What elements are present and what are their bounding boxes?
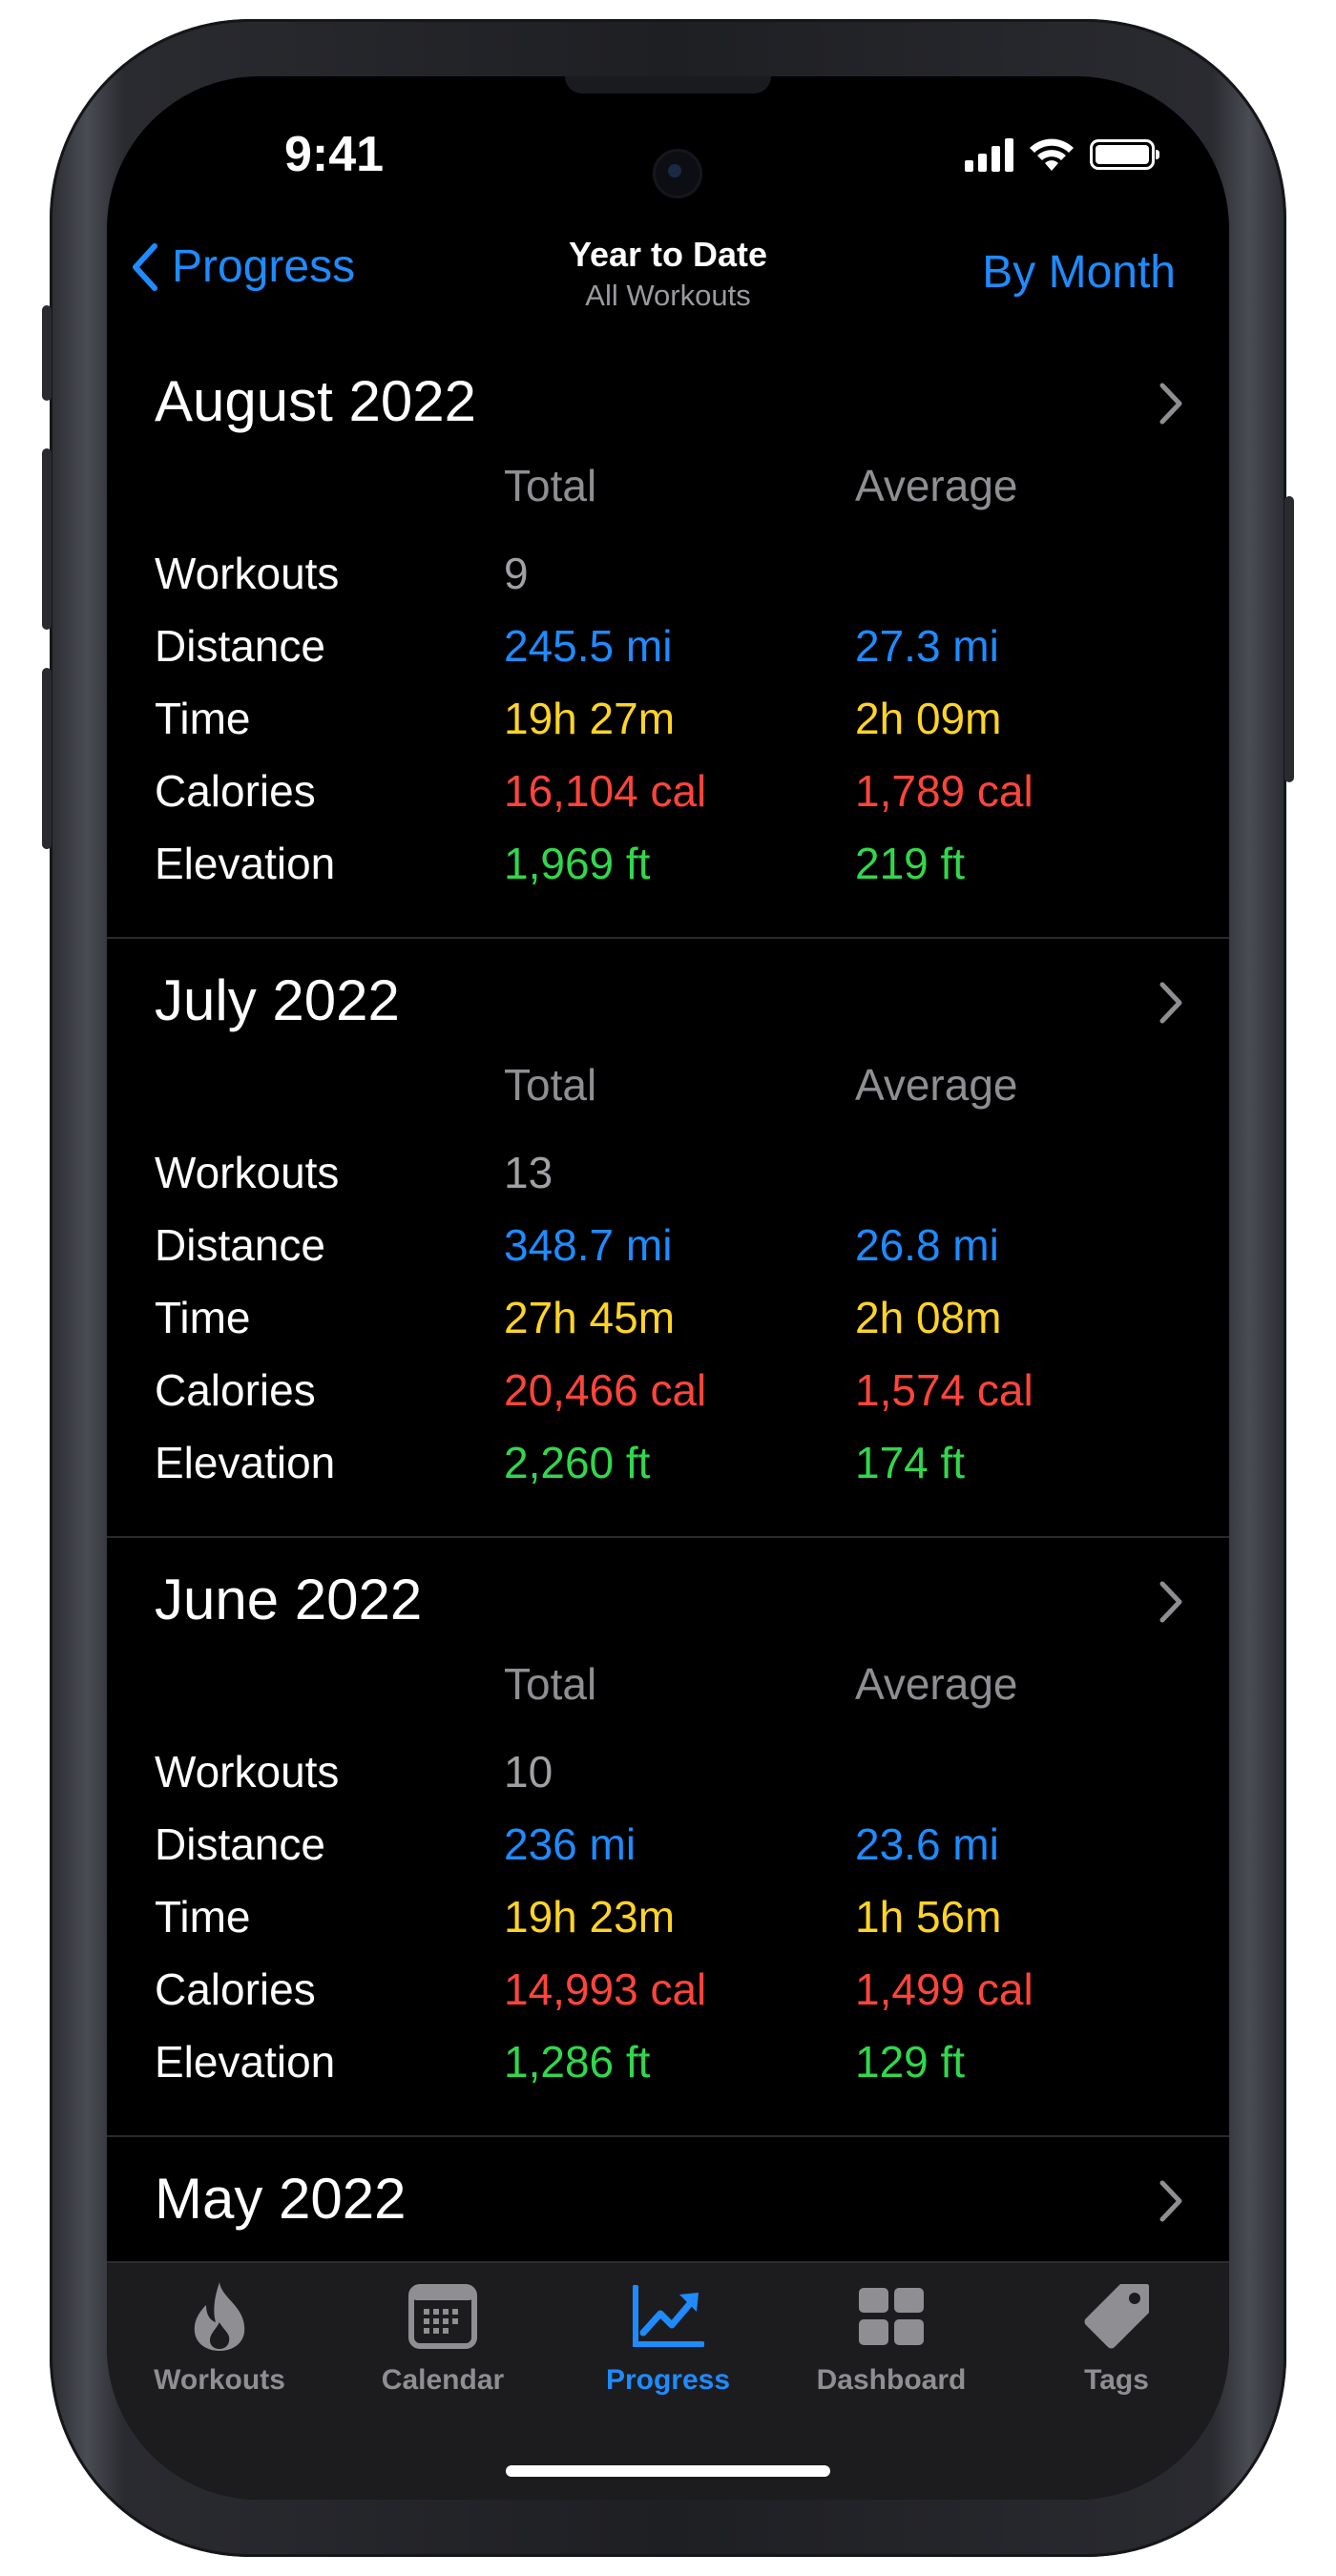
nav-title-group: Year to Date All Workouts: [382, 235, 954, 313]
tab-progress[interactable]: Progress: [573, 2278, 763, 2397]
volume-up-button: [42, 448, 52, 630]
status-time: 9:41: [283, 127, 385, 182]
section-divider: [107, 1536, 1229, 1538]
chevron-left-icon: [133, 242, 157, 291]
workouts-label: Workouts: [155, 1148, 340, 1197]
workouts-label: Workouts: [155, 549, 340, 598]
elevation-average: 129 ft: [855, 2037, 966, 2087]
status-icons: [965, 134, 1159, 176]
workouts-total: 10: [504, 1747, 553, 1797]
workouts-total: 9: [504, 549, 529, 598]
month-title: June 2022: [155, 1568, 423, 1631]
mute-switch: [42, 305, 52, 401]
calories-average: 1,789 cal: [855, 766, 1033, 816]
time-label: Time: [155, 1892, 251, 1942]
speaker-grille: [565, 76, 771, 93]
cellular-signal-icon: [965, 137, 1013, 172]
page-subtitle: All Workouts: [585, 279, 751, 312]
calories-label: Calories: [155, 1964, 316, 2014]
time-label: Time: [155, 1293, 251, 1342]
section-divider: [107, 937, 1229, 939]
distance-label: Distance: [155, 1819, 325, 1869]
tab-label: Tags: [1084, 2364, 1149, 2396]
average-header: Average: [855, 1060, 1018, 1110]
distance-label: Distance: [155, 1220, 325, 1270]
grid-icon: [859, 2288, 924, 2345]
tab-label: Dashboard: [816, 2364, 967, 2396]
battery-icon: [1090, 139, 1159, 170]
chevron-right-icon: [1159, 2180, 1182, 2222]
average-header: Average: [855, 461, 1018, 510]
workouts-label: Workouts: [155, 1747, 340, 1797]
tab-tags[interactable]: Tags: [1021, 2278, 1212, 2397]
section-divider: [107, 2135, 1229, 2137]
calories-average: 1,574 cal: [855, 1365, 1033, 1415]
tab-label: Workouts: [154, 2364, 285, 2396]
elevation-total: 2,260 ft: [504, 1438, 651, 1487]
front-camera: [653, 149, 702, 198]
elevation-average: 219 ft: [855, 839, 966, 888]
time-label: Time: [155, 694, 251, 743]
calories-average: 1,499 cal: [855, 1964, 1033, 2014]
elevation-total: 1,969 ft: [504, 839, 651, 888]
wifi-icon: [1030, 138, 1074, 171]
time-average: 2h 09m: [855, 694, 1002, 743]
distance-total: 236 mi: [504, 1819, 637, 1869]
distance-average: 23.6 mi: [855, 1819, 999, 1869]
time-total: 19h 27m: [504, 694, 676, 743]
tab-label: Calendar: [381, 2364, 505, 2396]
time-total: 27h 45m: [504, 1293, 676, 1342]
elevation-label: Elevation: [155, 839, 336, 888]
total-header: Total: [504, 1060, 597, 1110]
time-total: 19h 23m: [504, 1892, 676, 1942]
elevation-total: 1,286 ft: [504, 2037, 651, 2087]
month-title: May 2022: [155, 2167, 407, 2231]
back-button[interactable]: Progress: [130, 240, 355, 293]
distance-total: 245.5 mi: [504, 621, 673, 671]
phone-screen: 9:41 Progress Year to Date All Workouts …: [107, 76, 1229, 2500]
distance-label: Distance: [155, 621, 325, 671]
calories-total: 14,993 cal: [504, 1964, 707, 2014]
month-title: July 2022: [155, 968, 400, 1032]
power-button: [1284, 496, 1294, 782]
total-header: Total: [504, 1659, 597, 1709]
elevation-label: Elevation: [155, 2037, 336, 2087]
volume-down-button: [42, 668, 52, 849]
distance-average: 27.3 mi: [855, 621, 999, 671]
chevron-right-icon: [1159, 1581, 1182, 1623]
chart-trend-icon: [633, 2285, 704, 2347]
home-indicator: [506, 2465, 830, 2477]
workouts-total: 13: [504, 1148, 553, 1197]
tab-dashboard[interactable]: Dashboard: [796, 2278, 987, 2397]
page-title: Year to Date: [568, 235, 768, 274]
average-header: Average: [855, 1659, 1018, 1709]
calories-label: Calories: [155, 1365, 316, 1415]
calories-total: 20,466 cal: [504, 1365, 707, 1415]
distance-total: 348.7 mi: [504, 1220, 673, 1270]
total-header: Total: [504, 461, 597, 510]
calories-total: 16,104 cal: [504, 766, 707, 816]
calendar-icon: [408, 2284, 477, 2349]
chevron-right-icon: [1159, 383, 1182, 425]
time-average: 1h 56m: [855, 1892, 1002, 1942]
calories-label: Calories: [155, 766, 316, 816]
back-button-label: Progress: [172, 241, 356, 292]
flame-icon: [194, 2282, 245, 2351]
elevation-label: Elevation: [155, 1438, 336, 1487]
distance-average: 26.8 mi: [855, 1220, 999, 1270]
by-month-button[interactable]: By Month: [982, 246, 1176, 299]
tab-workouts[interactable]: Workouts: [124, 2278, 315, 2397]
chevron-right-icon: [1159, 982, 1182, 1024]
tab-bar: Workouts Calendar Progress Dashboard Tag…: [107, 2261, 1229, 2500]
tab-label: Progress: [605, 2364, 731, 2396]
tab-calendar[interactable]: Calendar: [347, 2278, 538, 2397]
tag-icon: [1084, 2284, 1149, 2349]
month-title: August 2022: [155, 369, 476, 433]
elevation-average: 174 ft: [855, 1438, 966, 1487]
time-average: 2h 08m: [855, 1293, 1002, 1342]
